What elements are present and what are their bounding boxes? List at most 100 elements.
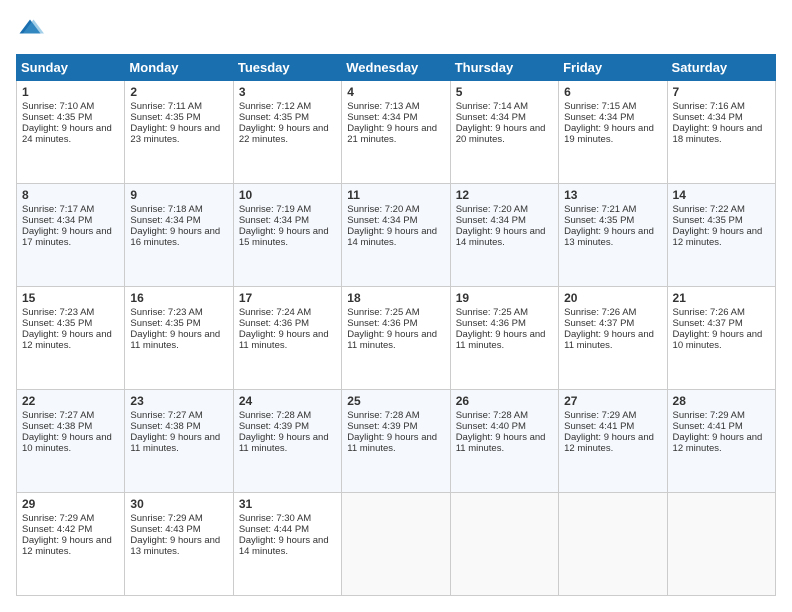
sunset: Sunset: 4:39 PM [347,421,417,432]
day-number: 25 [347,394,444,408]
sunset: Sunset: 4:35 PM [130,112,200,123]
col-header-tuesday: Tuesday [233,55,341,81]
day-number: 2 [130,85,227,99]
day-number: 22 [22,394,119,408]
sunset: Sunset: 4:42 PM [22,524,92,535]
daylight: Daylight: 9 hours and 14 minutes. [347,226,437,248]
daylight: Daylight: 9 hours and 11 minutes. [130,432,220,454]
logo-icon [16,16,44,44]
daylight: Daylight: 9 hours and 11 minutes. [456,329,546,351]
week-row-5: 29Sunrise: 7:29 AMSunset: 4:42 PMDayligh… [17,493,776,596]
day-cell: 22 Sunrise: 7:27 AMSunset: 4:38 PMDayligh… [17,390,125,493]
day-number: 24 [239,394,336,408]
daylight: Daylight: 9 hours and 18 minutes. [673,123,763,145]
sunset: Sunset: 4:37 PM [673,318,743,329]
day-number: 11 [347,188,444,202]
sunset: Sunset: 4:41 PM [564,421,634,432]
sunrise: Sunrise: 7:29 AM [130,513,202,524]
daylight: Daylight: 9 hours and 12 minutes. [673,226,763,248]
sunrise: Sunrise: 7:27 AM [22,410,94,421]
sunset: Sunset: 4:38 PM [22,421,92,432]
col-header-thursday: Thursday [450,55,558,81]
col-header-monday: Monday [125,55,233,81]
week-row-4: 22Sunrise: 7:27 AMSunset: 4:38 PMDayligh… [17,390,776,493]
day-number: 7 [673,85,770,99]
day-number: 5 [456,85,553,99]
day-cell: 1Sunrise: 7:10 AMSunset: 4:35 PMDaylight… [17,81,125,184]
daylight: Daylight: 9 hours and 16 minutes. [130,226,220,248]
day-number: 27 [564,394,661,408]
day-cell: 7Sunrise: 7:16 AMSunset: 4:34 PMDaylight… [667,81,775,184]
sunrise: Sunrise: 7:17 AM [22,204,94,215]
sunrise: Sunrise: 7:20 AM [347,204,419,215]
day-cell: 9Sunrise: 7:18 AMSunset: 4:34 PMDaylight… [125,184,233,287]
daylight: Daylight: 9 hours and 10 minutes. [22,432,112,454]
sunrise: Sunrise: 7:20 AM [456,204,528,215]
sunrise: Sunrise: 7:29 AM [564,410,636,421]
day-cell: 30Sunrise: 7:29 AMSunset: 4:43 PMDayligh… [125,493,233,596]
day-cell: 6Sunrise: 7:15 AMSunset: 4:34 PMDaylight… [559,81,667,184]
daylight: Daylight: 9 hours and 20 minutes. [456,123,546,145]
sunset: Sunset: 4:35 PM [130,318,200,329]
daylight: Daylight: 9 hours and 11 minutes. [347,329,437,351]
calendar-table: SundayMondayTuesdayWednesdayThursdayFrid… [16,54,776,596]
day-number: 17 [239,291,336,305]
sunset: Sunset: 4:34 PM [347,215,417,226]
day-cell: 5Sunrise: 7:14 AMSunset: 4:34 PMDaylight… [450,81,558,184]
header-row: SundayMondayTuesdayWednesdayThursdayFrid… [17,55,776,81]
sunrise: Sunrise: 7:12 AM [239,101,311,112]
day-number: 20 [564,291,661,305]
sunset: Sunset: 4:35 PM [239,112,309,123]
sunset: Sunset: 4:41 PM [673,421,743,432]
sunset: Sunset: 4:34 PM [130,215,200,226]
day-cell: 19Sunrise: 7:25 AMSunset: 4:36 PMDayligh… [450,287,558,390]
daylight: Daylight: 9 hours and 11 minutes. [130,329,220,351]
sunrise: Sunrise: 7:30 AM [239,513,311,524]
daylight: Daylight: 9 hours and 22 minutes. [239,123,329,145]
day-number: 6 [564,85,661,99]
daylight: Daylight: 9 hours and 21 minutes. [347,123,437,145]
sunset: Sunset: 4:34 PM [564,112,634,123]
sunrise: Sunrise: 7:26 AM [564,307,636,318]
day-cell: 31Sunrise: 7:30 AMSunset: 4:44 PMDayligh… [233,493,341,596]
sunset: Sunset: 4:36 PM [456,318,526,329]
col-header-sunday: Sunday [17,55,125,81]
daylight: Daylight: 9 hours and 19 minutes. [564,123,654,145]
day-cell [559,493,667,596]
sunset: Sunset: 4:34 PM [22,215,92,226]
sunrise: Sunrise: 7:19 AM [239,204,311,215]
day-cell: 28Sunrise: 7:29 AMSunset: 4:41 PMDayligh… [667,390,775,493]
sunset: Sunset: 4:44 PM [239,524,309,535]
day-cell: 12Sunrise: 7:20 AMSunset: 4:34 PMDayligh… [450,184,558,287]
day-number: 31 [239,497,336,511]
daylight: Daylight: 9 hours and 11 minutes. [239,329,329,351]
day-number: 10 [239,188,336,202]
col-header-saturday: Saturday [667,55,775,81]
sunrise: Sunrise: 7:29 AM [22,513,94,524]
daylight: Daylight: 9 hours and 12 minutes. [564,432,654,454]
daylight: Daylight: 9 hours and 17 minutes. [22,226,112,248]
day-cell: 29Sunrise: 7:29 AMSunset: 4:42 PMDayligh… [17,493,125,596]
daylight: Daylight: 9 hours and 23 minutes. [130,123,220,145]
daylight: Daylight: 9 hours and 11 minutes. [564,329,654,351]
sunrise: Sunrise: 7:10 AM [22,101,94,112]
calendar: SundayMondayTuesdayWednesdayThursdayFrid… [16,54,776,596]
day-cell: 10Sunrise: 7:19 AMSunset: 4:34 PMDayligh… [233,184,341,287]
day-number: 30 [130,497,227,511]
day-cell: 3Sunrise: 7:12 AMSunset: 4:35 PMDaylight… [233,81,341,184]
day-number: 1 [22,85,119,99]
daylight: Daylight: 9 hours and 15 minutes. [239,226,329,248]
sunset: Sunset: 4:38 PM [130,421,200,432]
day-cell: 23Sunrise: 7:27 AMSunset: 4:38 PMDayligh… [125,390,233,493]
sunrise: Sunrise: 7:23 AM [22,307,94,318]
sunrise: Sunrise: 7:24 AM [239,307,311,318]
day-number: 9 [130,188,227,202]
page: SundayMondayTuesdayWednesdayThursdayFrid… [0,0,792,612]
daylight: Daylight: 9 hours and 12 minutes. [673,432,763,454]
sunset: Sunset: 4:35 PM [564,215,634,226]
sunset: Sunset: 4:40 PM [456,421,526,432]
sunset: Sunset: 4:34 PM [456,112,526,123]
day-number: 8 [22,188,119,202]
day-number: 29 [22,497,119,511]
sunset: Sunset: 4:36 PM [239,318,309,329]
